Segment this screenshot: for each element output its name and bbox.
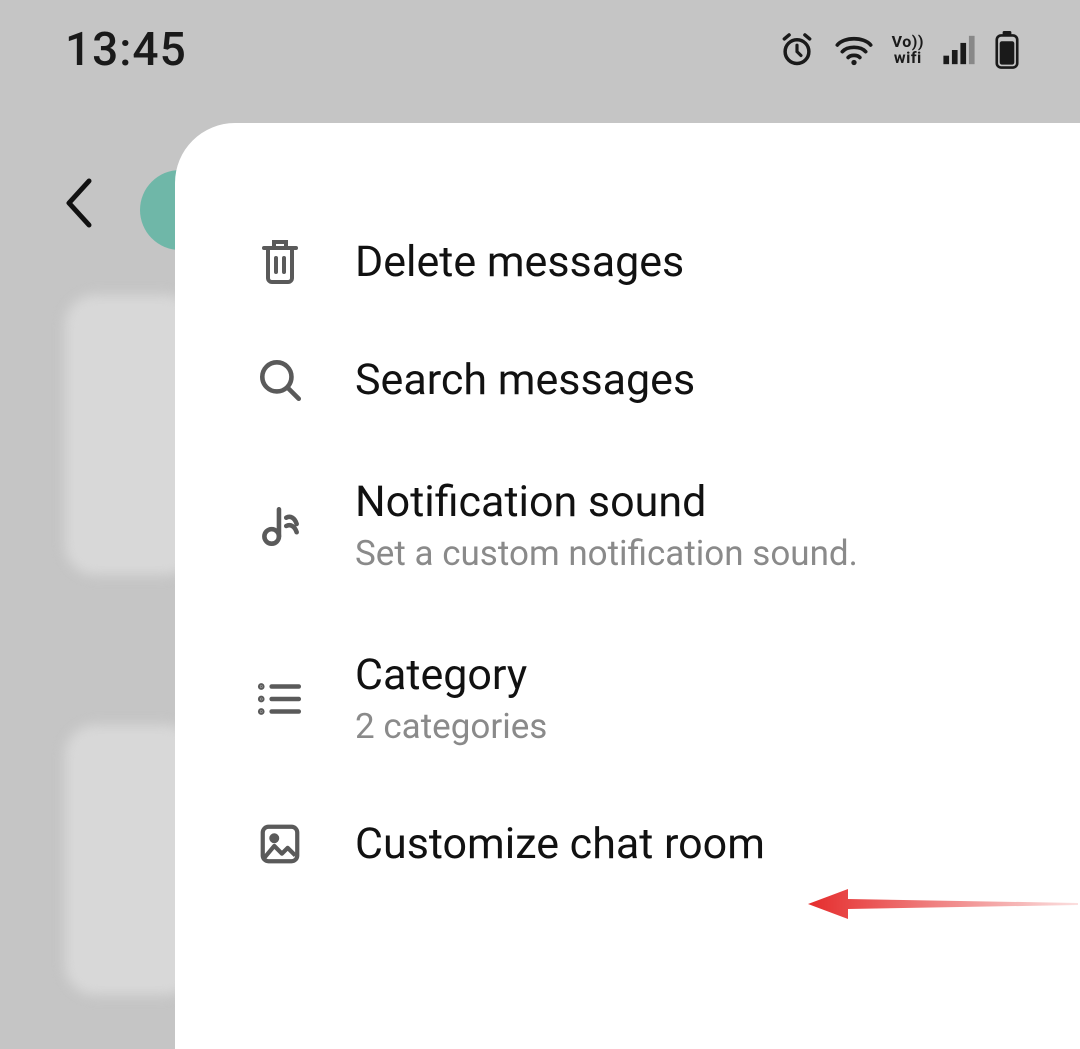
trash-icon (255, 237, 305, 287)
image-icon (255, 819, 305, 869)
menu-item-notification-sound[interactable]: Notification sound Set a custom notifica… (255, 439, 1080, 612)
menu-sublabel: 2 categories (355, 706, 547, 747)
menu-item-search-messages[interactable]: Search messages (255, 321, 1080, 439)
vowifi-indicator: Vo)) wifi (892, 34, 924, 66)
vowifi-bottom: wifi (894, 50, 922, 66)
menu-label: Search messages (355, 355, 695, 405)
menu-item-customize-chat-room[interactable]: Customize chat room (255, 785, 1080, 903)
music-note-icon (255, 501, 305, 551)
signal-icon (942, 34, 976, 66)
back-button[interactable] (60, 175, 96, 235)
wifi-icon (834, 33, 874, 67)
status-bar: 13:45 Vo)) wifi (0, 0, 1080, 100)
menu-label: Category (355, 650, 547, 700)
alarm-icon (778, 31, 816, 69)
menu-label: Notification sound (355, 477, 858, 527)
overflow-menu-panel: Delete messages Search messages Notifica… (175, 123, 1080, 1049)
menu-sublabel: Set a custom notification sound. (355, 533, 858, 574)
status-icons: Vo)) wifi (778, 31, 1020, 69)
menu-item-category[interactable]: Category 2 categories (255, 612, 1080, 785)
battery-icon (994, 31, 1020, 69)
menu-label: Customize chat room (355, 819, 765, 869)
search-icon (255, 355, 305, 405)
status-time: 13:45 (65, 23, 187, 77)
menu-label: Delete messages (355, 237, 684, 287)
list-icon (255, 674, 305, 724)
menu-item-delete-messages[interactable]: Delete messages (255, 203, 1080, 321)
